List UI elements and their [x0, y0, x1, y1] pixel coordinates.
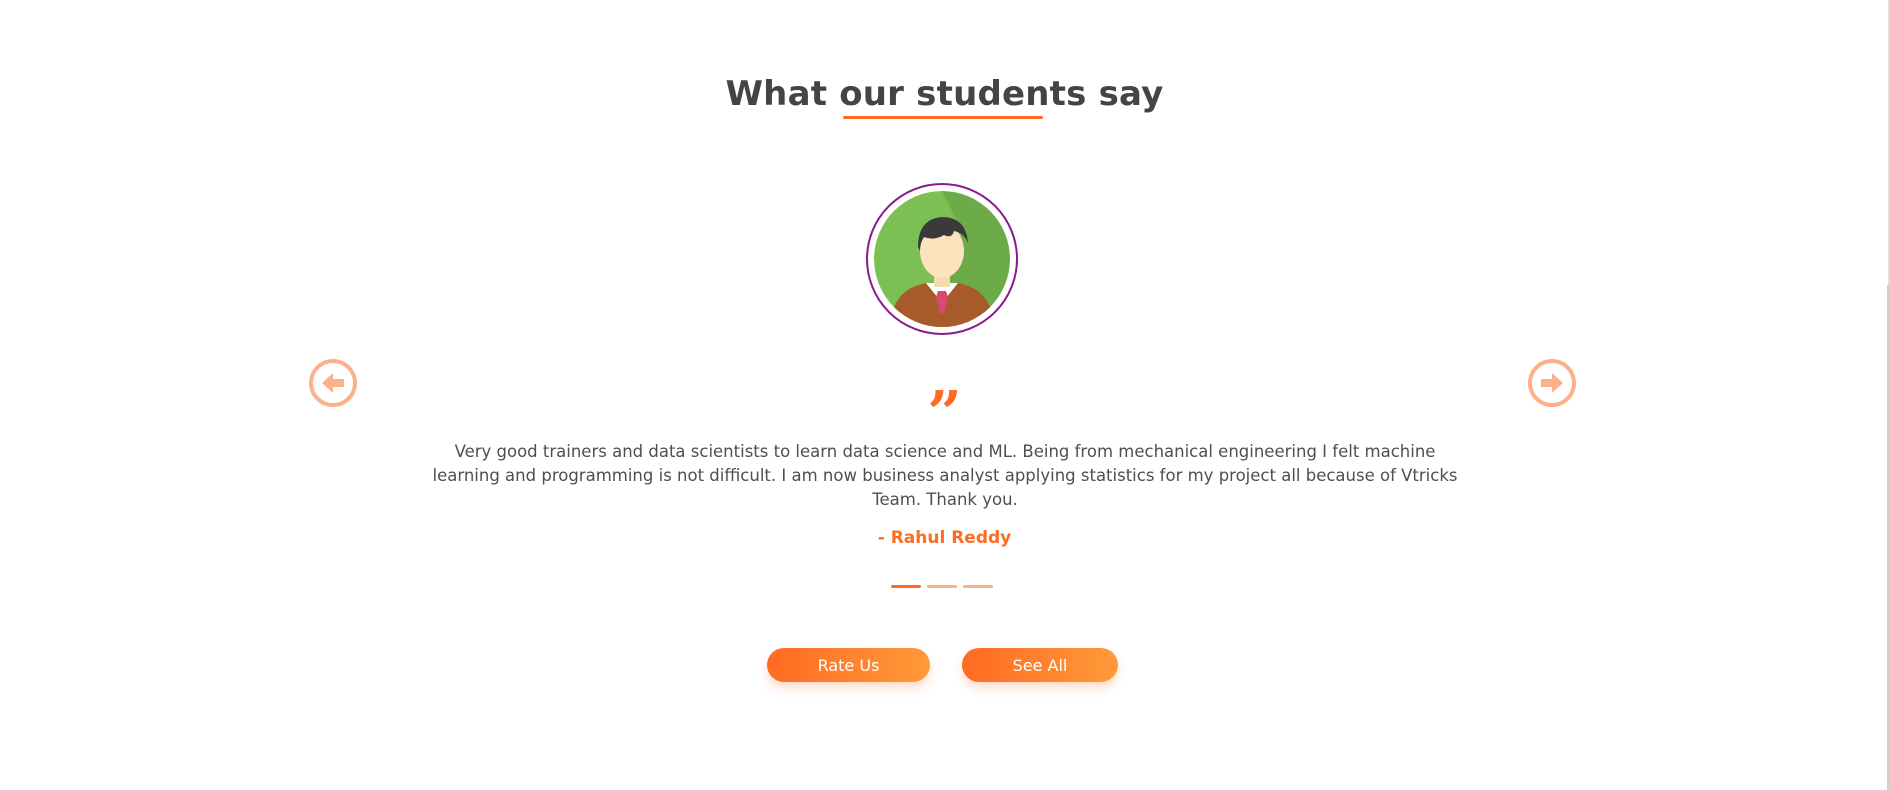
carousel-dot-3[interactable] — [963, 585, 993, 588]
student-avatar — [874, 191, 1010, 327]
heading-underline — [843, 116, 1043, 119]
carousel-indicators — [891, 585, 993, 588]
testimonial-author: - Rahul Reddy — [877, 528, 1012, 548]
section-heading: What our students say — [725, 74, 1164, 114]
testimonials-section: What our students say ” Very good traine… — [0, 0, 1889, 790]
carousel-dot-1[interactable] — [891, 585, 921, 588]
rate-us-button[interactable]: Rate Us — [767, 648, 930, 682]
avatar-frame — [866, 183, 1018, 335]
testimonial-text: Very good trainers and data scientists t… — [432, 442, 1458, 509]
quote-icon: ” — [927, 386, 962, 426]
see-all-button[interactable]: See All — [962, 648, 1118, 682]
carousel-dot-2[interactable] — [927, 585, 957, 588]
